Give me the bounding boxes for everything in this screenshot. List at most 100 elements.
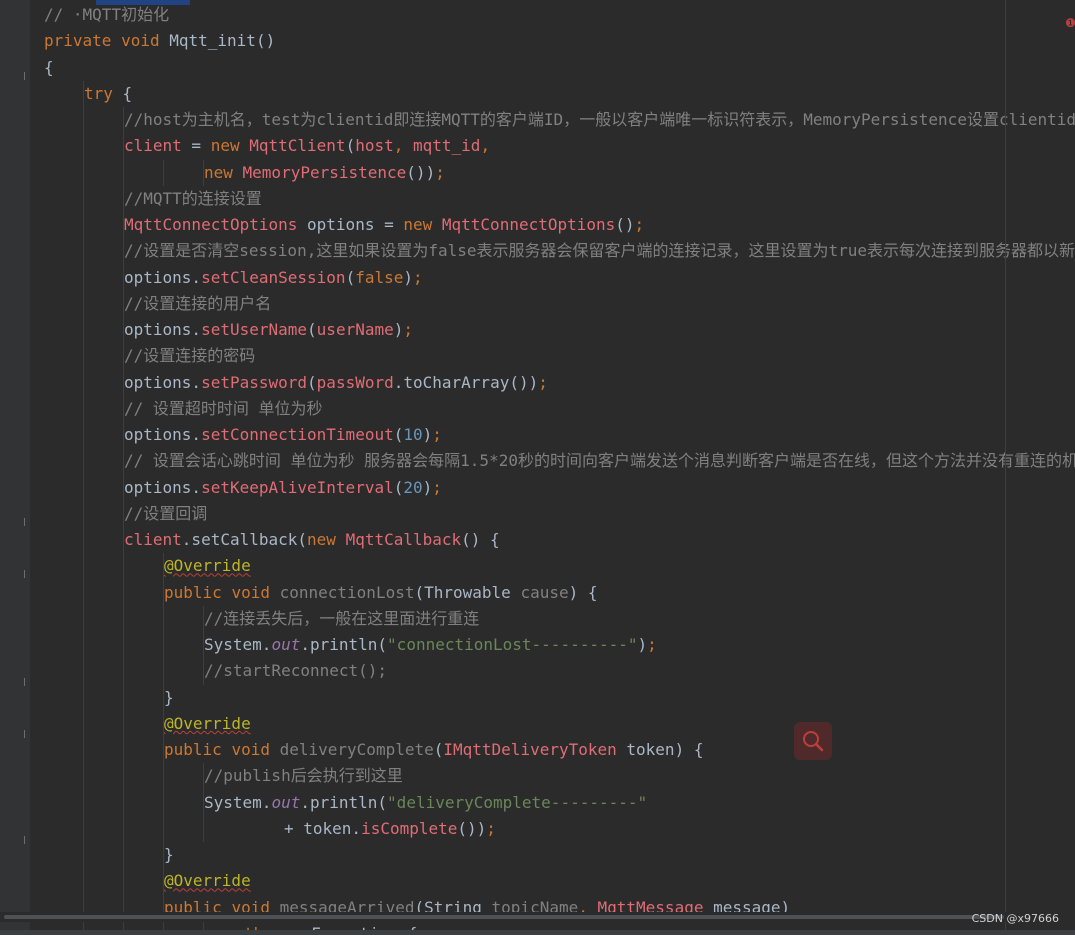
code-line[interactable]: options.setKeepAliveInterval(20); [44, 474, 1075, 501]
code-line[interactable]: options.setCleanSession(false); [44, 264, 1075, 291]
code-line-content: private void Mqtt_init() [44, 28, 275, 54]
code-line[interactable]: //host为主机名，test为clientid即连接MQTT的客户端ID，一般… [44, 107, 1075, 134]
code-token: ; [647, 635, 657, 654]
code-line-content: //连接丢失后，一般在这里面进行重连 [204, 606, 479, 632]
code-editor[interactable]: // ·MQTT初始化 private void Mqtt_init(){try … [0, 0, 1075, 935]
code-token: MqttCallback [345, 530, 462, 549]
code-line[interactable]: //startReconnect(); [44, 658, 1075, 685]
indent-guide [123, 159, 124, 186]
code-token: ) [637, 635, 648, 654]
code-token: () [615, 215, 635, 234]
indent-guide [163, 658, 164, 685]
code-token: host [355, 136, 394, 156]
fold-marker[interactable] [24, 730, 29, 738]
code-token: ()) [457, 818, 487, 838]
code-line[interactable]: //设置连接的密码 [44, 343, 1075, 370]
code-line[interactable]: MqttConnectOptions options = new MqttCon… [44, 212, 1075, 239]
fold-marker[interactable] [24, 836, 29, 844]
code-line[interactable]: private void Mqtt_init() [44, 28, 1075, 54]
code-line[interactable]: //设置是否清空session,这里如果设置为false表示服务器会保留客户端的… [44, 238, 1075, 265]
code-token: //设置连接的密码 [124, 346, 256, 366]
code-token: "deliveryComplete---------" [387, 792, 648, 812]
watermark: CSDN @x97666 [971, 912, 1059, 925]
code-token: options = [297, 215, 404, 234]
code-line[interactable]: // 设置超时时间 单位为秒 [44, 395, 1075, 422]
code-line[interactable]: System.out.println("deliveryComplete----… [44, 789, 1075, 816]
code-line[interactable]: //设置连接的用户名 [44, 290, 1075, 317]
code-token: @Override [164, 713, 251, 733]
indent-guide [83, 395, 84, 422]
code-area[interactable]: // ·MQTT初始化 private void Mqtt_init(){try … [44, 2, 1075, 935]
code-line[interactable]: { [44, 55, 1075, 81]
fold-marker[interactable] [24, 570, 29, 578]
code-token: } [164, 845, 174, 864]
code-token: @Override [164, 556, 251, 576]
indent-guide [83, 579, 84, 606]
code-line-content: //publish后会执行到这里 [204, 763, 403, 789]
code-line[interactable]: @Override [44, 868, 1075, 895]
code-token: //host为主机名，test为clientid即连接MQTT的客户端ID，一般… [124, 110, 1075, 129]
code-token: mqtt_id [413, 136, 481, 156]
code-token: ) [393, 320, 404, 339]
search-icon[interactable] [794, 722, 832, 760]
code-token: , [480, 136, 491, 156]
indent-guide [83, 632, 84, 659]
code-token: // 设置超时时间 单位为秒 [124, 398, 323, 418]
code-line[interactable]: @Override [44, 553, 1075, 580]
indent-guide [123, 789, 124, 816]
code-token: connectionLost [279, 582, 415, 602]
indent-guide [123, 842, 124, 869]
code-line[interactable]: } [44, 684, 1075, 711]
code-line[interactable]: public void deliveryComplete(IMqttDelive… [44, 737, 1075, 764]
code-line[interactable]: System.out.println("connectionLost------… [44, 632, 1075, 659]
code-token: MqttClient [249, 136, 346, 156]
line-gutter[interactable] [0, 0, 30, 935]
code-line[interactable]: options.setUserName(userName); [44, 317, 1075, 344]
indent-guide [83, 185, 84, 212]
code-token: ; [413, 267, 423, 287]
code-line[interactable]: // 设置会话心跳时间 单位为秒 服务器会每隔1.5*20秒的时间向客户端发送个… [44, 448, 1075, 475]
code-token: (Throwable [414, 582, 521, 602]
horizontal-scrollbar[interactable] [0, 912, 1075, 922]
code-token: //设置连接的用户名 [124, 293, 272, 313]
code-line[interactable]: options.setConnectionTimeout(10); [44, 422, 1075, 449]
error-indicator-icon[interactable]: ❶ [1065, 16, 1075, 30]
code-line[interactable]: client.setCallback(new MqttCallback() { [44, 527, 1075, 554]
fold-marker[interactable] [24, 678, 29, 686]
code-line[interactable]: client = new MqttClient(host, mqtt_id, [44, 133, 1075, 160]
code-token: //设置回调 [124, 503, 208, 523]
code-line[interactable]: //MQTT的连接设置 [44, 185, 1075, 212]
fold-marker[interactable] [24, 518, 29, 526]
code-line-content: //startReconnect(); [204, 658, 387, 684]
code-line[interactable]: options.setPassword(passWord.toCharArray… [44, 369, 1075, 396]
code-token: void [231, 740, 280, 759]
indent-guide [123, 763, 124, 790]
code-line-content: //设置连接的用户名 [124, 291, 271, 317]
code-line[interactable]: } [44, 842, 1075, 869]
code-line[interactable]: //publish后会执行到这里 [44, 763, 1075, 790]
code-line[interactable]: // ·MQTT初始化 [44, 2, 1075, 28]
code-token: ) [422, 477, 433, 497]
code-token: false [355, 267, 404, 287]
code-line[interactable]: //连接丢失后，一般在这里面进行重连 [44, 605, 1075, 632]
code-line[interactable]: //设置回调 [44, 500, 1075, 527]
code-line[interactable]: try { [44, 80, 1075, 107]
horizontal-scrollbar-thumb[interactable] [4, 915, 1004, 919]
code-token: setCleanSession [201, 267, 346, 287]
code-line[interactable]: @Override [44, 710, 1075, 737]
indent-guide [83, 763, 84, 790]
indent-guide [123, 658, 124, 685]
code-token: + token. [284, 818, 362, 838]
code-line[interactable]: + token.isComplete()); [44, 815, 1075, 842]
fold-marker[interactable] [24, 72, 29, 80]
code-token: ) { [568, 582, 598, 602]
indent-guide [123, 605, 124, 632]
code-token: client [124, 136, 182, 156]
indent-guide [163, 789, 164, 816]
code-line-content: //MQTT的连接设置 [124, 186, 262, 212]
indent-guide [83, 710, 84, 737]
code-line[interactable]: new MemoryPersistence()); [44, 159, 1075, 186]
code-token: new [204, 162, 243, 182]
code-line[interactable]: public void connectionLost(Throwable cau… [44, 579, 1075, 606]
code-token: userName [316, 320, 394, 339]
